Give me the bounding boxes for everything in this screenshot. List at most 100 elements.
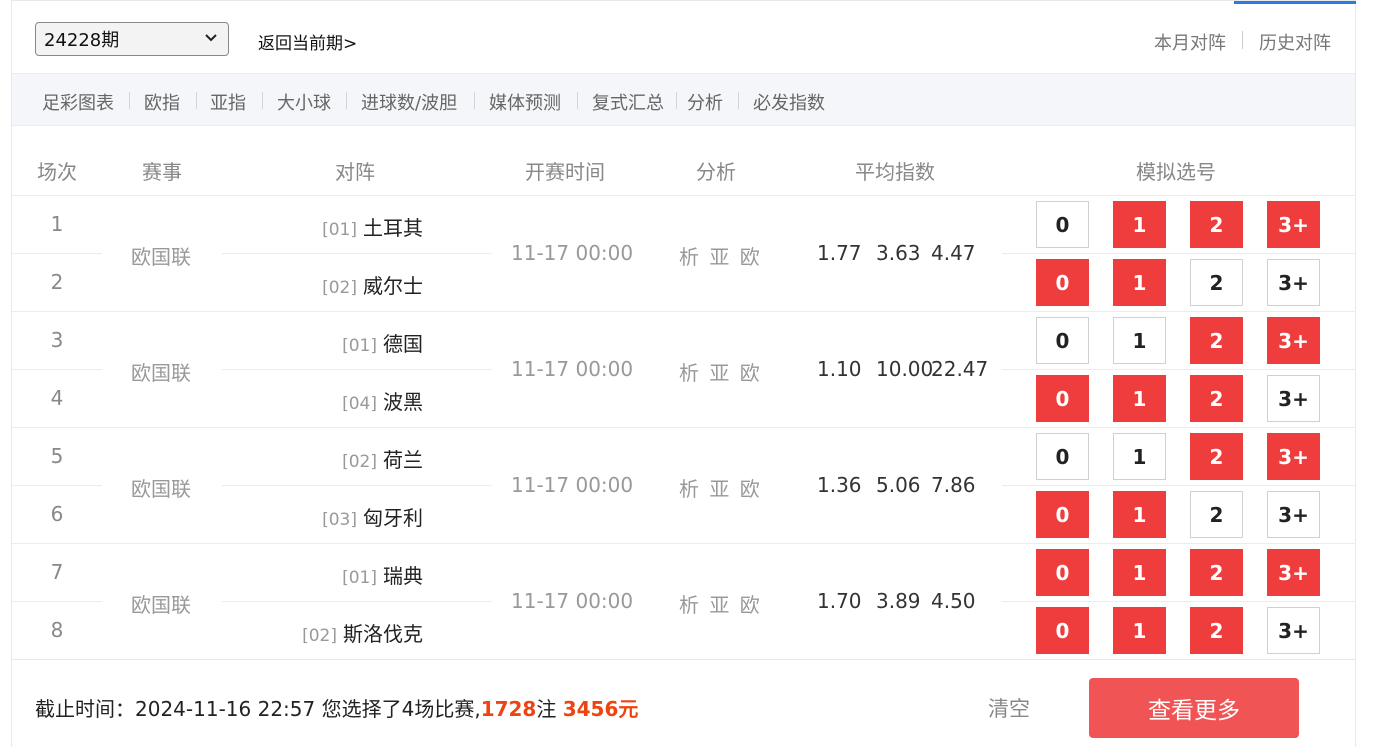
pick-button-0[interactable]: 0: [1036, 491, 1089, 538]
team-name[interactable]: [01] 土耳其: [322, 212, 423, 241]
bet-amount: 3456元: [562, 697, 639, 721]
divider: [12, 485, 102, 486]
avg-odds-value: 4.50: [931, 589, 976, 613]
pick-button-2[interactable]: 2: [1190, 491, 1243, 538]
pick-button-1[interactable]: 1: [1113, 375, 1166, 422]
pick-button-3[interactable]: 3+: [1267, 375, 1320, 422]
analysis-links[interactable]: 析 亚 欧: [679, 357, 762, 386]
league-name[interactable]: 欧国联: [131, 241, 191, 270]
league-name[interactable]: 欧国联: [131, 473, 191, 502]
avg-odds-value: 1.36: [817, 473, 862, 497]
pick-button-3[interactable]: 3+: [1267, 201, 1320, 248]
divider: [12, 601, 102, 602]
divider: [1242, 31, 1243, 49]
pick-button-2[interactable]: 2: [1190, 433, 1243, 480]
nav-item-charts[interactable]: 足彩图表: [42, 89, 114, 115]
nav-item-media[interactable]: 媒体预测: [489, 89, 561, 115]
pick-button-3[interactable]: 3+: [1267, 433, 1320, 480]
match-index: 4: [50, 386, 64, 410]
divider: [346, 92, 347, 109]
pick-button-0[interactable]: 0: [1036, 375, 1089, 422]
issue-select-value: 24228期: [44, 30, 120, 51]
pick-button-1[interactable]: 1: [1113, 317, 1166, 364]
selection-text: 您选择了4场比赛,: [321, 697, 481, 721]
pick-button-2[interactable]: 2: [1190, 607, 1243, 654]
match-index: 3: [50, 328, 64, 352]
analysis-links[interactable]: 析 亚 欧: [679, 473, 762, 502]
pick-button-0[interactable]: 0: [1036, 259, 1089, 306]
avg-odds-value: 3.89: [876, 589, 921, 613]
team-label: 威尔士: [363, 274, 423, 298]
nav-item-analysis[interactable]: 分析: [687, 89, 723, 115]
issue-select[interactable]: 24228期: [35, 22, 229, 56]
nav-item-summary[interactable]: 复式汇总: [592, 89, 664, 115]
pick-button-0[interactable]: 0: [1036, 201, 1089, 248]
pick-button-2[interactable]: 2: [1190, 259, 1243, 306]
team-name[interactable]: [01] 德国: [342, 328, 423, 357]
analysis-links[interactable]: 析 亚 欧: [679, 241, 762, 270]
avg-odds-value: 22.47: [931, 357, 989, 381]
sub-nav: 足彩图表 欧指 亚指 大小球 进球数/波胆 媒体预测 复式汇总 分析 必发指数: [12, 73, 1355, 126]
pick-button-2[interactable]: 2: [1190, 201, 1243, 248]
pick-button-3[interactable]: 3+: [1267, 317, 1320, 364]
view-more-button[interactable]: 查看更多: [1089, 678, 1299, 738]
team-label: 波黑: [383, 390, 423, 414]
team-label: 土耳其: [363, 216, 423, 240]
nav-item-asian-odds[interactable]: 亚指: [210, 89, 246, 115]
pick-button-0[interactable]: 0: [1036, 607, 1089, 654]
team-label: 斯洛伐克: [343, 622, 423, 646]
pick-button-3[interactable]: 3+: [1267, 607, 1320, 654]
nav-item-betfair[interactable]: 必发指数: [753, 89, 825, 115]
pick-button-1[interactable]: 1: [1113, 607, 1166, 654]
pick-button-2[interactable]: 2: [1190, 375, 1243, 422]
divider: [262, 92, 263, 109]
divider: [222, 601, 492, 602]
pick-button-1[interactable]: 1: [1113, 549, 1166, 596]
nav-item-goals[interactable]: 进球数/波胆: [361, 89, 457, 115]
bet-unit: 注: [536, 697, 557, 721]
match-index: 7: [50, 560, 64, 584]
divider: [222, 253, 492, 254]
avg-odds-value: 4.47: [931, 241, 976, 265]
league-name[interactable]: 欧国联: [131, 357, 191, 386]
divider: [12, 253, 102, 254]
team-label: 瑞典: [383, 564, 423, 588]
col-header-pick: 模拟选号: [1136, 160, 1216, 184]
pick-button-0[interactable]: 0: [1036, 549, 1089, 596]
analysis-links[interactable]: 析 亚 欧: [679, 589, 762, 618]
avg-odds-value: 5.06: [876, 473, 921, 497]
deadline-summary: 截止时间：2024-11-16 22:57 您选择了4场比赛,1728注 345…: [35, 693, 638, 722]
tab-history-matches[interactable]: 历史对阵: [1259, 29, 1331, 55]
match-time: 11-17 00:00: [511, 589, 634, 613]
team-name[interactable]: [02] 斯洛伐克: [302, 618, 423, 647]
bet-count: 1728: [480, 697, 537, 721]
league-name[interactable]: 欧国联: [131, 589, 191, 618]
pick-button-3[interactable]: 3+: [1267, 259, 1320, 306]
pick-button-1[interactable]: 1: [1113, 433, 1166, 480]
pick-button-0[interactable]: 0: [1036, 317, 1089, 364]
pick-button-0[interactable]: 0: [1036, 433, 1089, 480]
team-rank: [04]: [342, 394, 377, 414]
team-name[interactable]: [03] 匈牙利: [322, 502, 423, 531]
pick-button-1[interactable]: 1: [1113, 491, 1166, 538]
back-to-current-link[interactable]: 返回当前期>: [258, 29, 357, 54]
col-header-match: 对阵: [335, 160, 375, 184]
nav-item-over-under[interactable]: 大小球: [277, 89, 331, 115]
pick-button-3[interactable]: 3+: [1267, 491, 1320, 538]
pick-button-2[interactable]: 2: [1190, 317, 1243, 364]
team-name[interactable]: [04] 波黑: [342, 386, 423, 415]
team-name[interactable]: [01] 瑞典: [342, 560, 423, 589]
clear-button[interactable]: 清空: [988, 693, 1030, 723]
pick-button-3[interactable]: 3+: [1267, 549, 1320, 596]
deadline-label: 截止时间：: [35, 697, 135, 721]
team-name[interactable]: [02] 威尔士: [322, 270, 423, 299]
match-time: 11-17 00:00: [511, 241, 634, 265]
tab-monthly-matches[interactable]: 本月对阵: [1154, 29, 1226, 55]
pick-button-1[interactable]: 1: [1113, 201, 1166, 248]
match-time: 11-17 00:00: [511, 473, 634, 497]
nav-item-euro-odds[interactable]: 欧指: [144, 89, 180, 115]
team-rank: [01]: [322, 220, 357, 240]
team-name[interactable]: [02] 荷兰: [342, 444, 423, 473]
pick-button-1[interactable]: 1: [1113, 259, 1166, 306]
pick-button-2[interactable]: 2: [1190, 549, 1243, 596]
